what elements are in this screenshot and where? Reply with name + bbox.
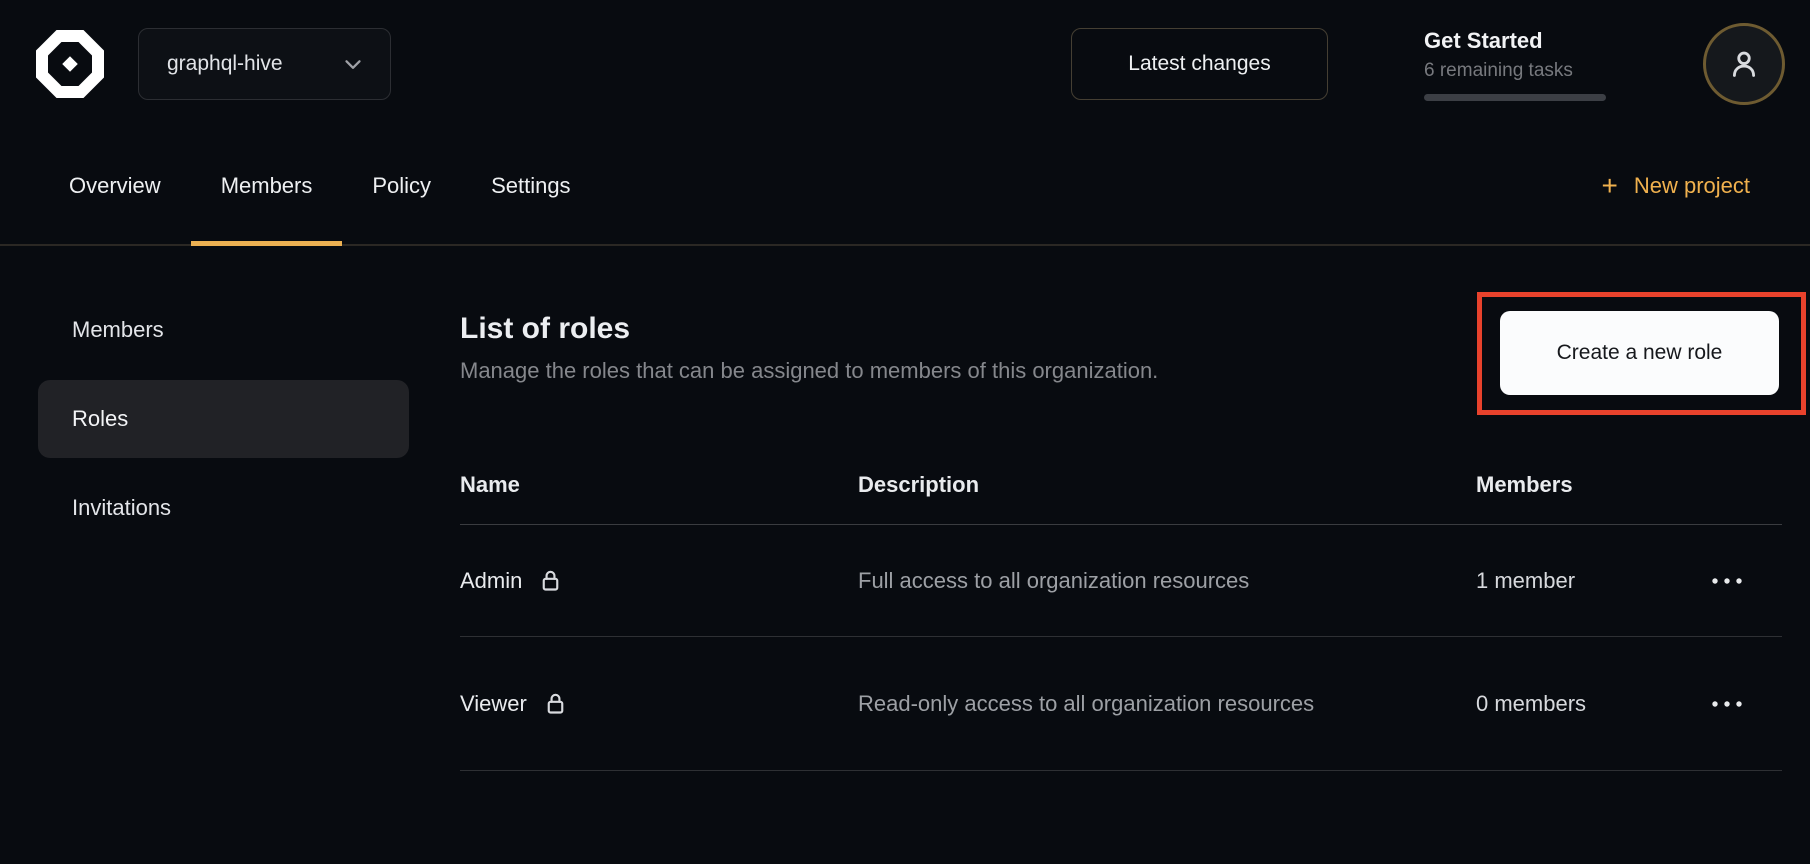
get-started-widget[interactable]: Get Started 6 remaining tasks bbox=[1424, 28, 1606, 101]
tab-members[interactable]: Members bbox=[191, 128, 343, 244]
tab-bar: Overview Members Policy Settings + New p… bbox=[0, 128, 1810, 246]
role-member-count: 1 member bbox=[1476, 568, 1575, 593]
ellipsis-icon bbox=[1710, 576, 1744, 586]
heading-row: List of roles Manage the roles that can … bbox=[460, 292, 1782, 415]
organization-selector[interactable]: graphql-hive bbox=[138, 28, 391, 100]
get-started-progress-bar bbox=[1424, 94, 1606, 101]
organization-name: graphql-hive bbox=[167, 52, 283, 76]
tab-overview[interactable]: Overview bbox=[39, 128, 191, 244]
row-actions-menu-button[interactable] bbox=[1700, 566, 1754, 596]
page-subtitle: Manage the roles that can be assigned to… bbox=[460, 358, 1158, 384]
page-title: List of roles bbox=[460, 312, 1158, 346]
column-header-name: Name bbox=[460, 472, 858, 498]
sidebar-item-members[interactable]: Members bbox=[38, 291, 409, 369]
role-description-cell: Full access to all organization resource… bbox=[858, 565, 1476, 597]
latest-changes-button[interactable]: Latest changes bbox=[1071, 28, 1328, 100]
tab-settings[interactable]: Settings bbox=[461, 128, 601, 244]
role-description: Full access to all organization resource… bbox=[858, 565, 1348, 597]
user-avatar-icon bbox=[1726, 46, 1762, 82]
user-avatar[interactable] bbox=[1703, 23, 1785, 105]
role-member-count: 0 members bbox=[1476, 691, 1586, 716]
get-started-title: Get Started bbox=[1424, 28, 1606, 54]
members-sidebar: Members Roles Invitations bbox=[38, 246, 409, 864]
column-header-members: Members bbox=[1476, 472, 1656, 498]
new-project-button[interactable]: + New project bbox=[1601, 172, 1750, 200]
role-name-cell: Viewer bbox=[460, 690, 858, 717]
role-description: Read-only access to all organization res… bbox=[858, 688, 1348, 720]
column-header-description: Description bbox=[858, 472, 1476, 498]
get-started-remaining-tasks: 6 remaining tasks bbox=[1424, 60, 1606, 82]
role-members-cell: 0 members bbox=[1476, 691, 1656, 717]
content-area: Members Roles Invitations List of roles … bbox=[0, 246, 1810, 864]
create-new-role-button[interactable]: Create a new role bbox=[1500, 311, 1779, 395]
role-name-label: Viewer bbox=[460, 691, 527, 717]
new-project-label: New project bbox=[1634, 173, 1750, 199]
table-row-viewer: Viewer Read-only access to all organizat… bbox=[460, 637, 1782, 771]
chevron-down-icon bbox=[340, 51, 366, 77]
sidebar-item-invitations[interactable]: Invitations bbox=[38, 469, 409, 547]
hive-logo-icon bbox=[35, 29, 105, 99]
lock-icon bbox=[537, 567, 564, 594]
roles-table: Name Description Members Admin bbox=[460, 445, 1782, 771]
annotation-highlight-box: Create a new role bbox=[1477, 292, 1806, 415]
table-header-row: Name Description Members bbox=[460, 445, 1782, 525]
heading-text-block: List of roles Manage the roles that can … bbox=[460, 292, 1158, 384]
role-description-cell: Read-only access to all organization res… bbox=[858, 688, 1476, 720]
row-actions-menu-button[interactable] bbox=[1700, 689, 1754, 719]
role-members-cell: 1 member bbox=[1476, 568, 1656, 594]
top-bar: graphql-hive Latest changes Get Started … bbox=[0, 0, 1810, 128]
role-name-label: Admin bbox=[460, 568, 522, 594]
tab-policy[interactable]: Policy bbox=[342, 128, 461, 244]
role-name-cell: Admin bbox=[460, 567, 858, 594]
sidebar-item-roles[interactable]: Roles bbox=[38, 380, 409, 458]
ellipsis-icon bbox=[1710, 699, 1744, 709]
plus-icon: + bbox=[1601, 172, 1617, 200]
lock-icon bbox=[542, 690, 569, 717]
table-row-admin: Admin Full access to all organization re… bbox=[460, 525, 1782, 637]
roles-panel: List of roles Manage the roles that can … bbox=[460, 246, 1810, 864]
